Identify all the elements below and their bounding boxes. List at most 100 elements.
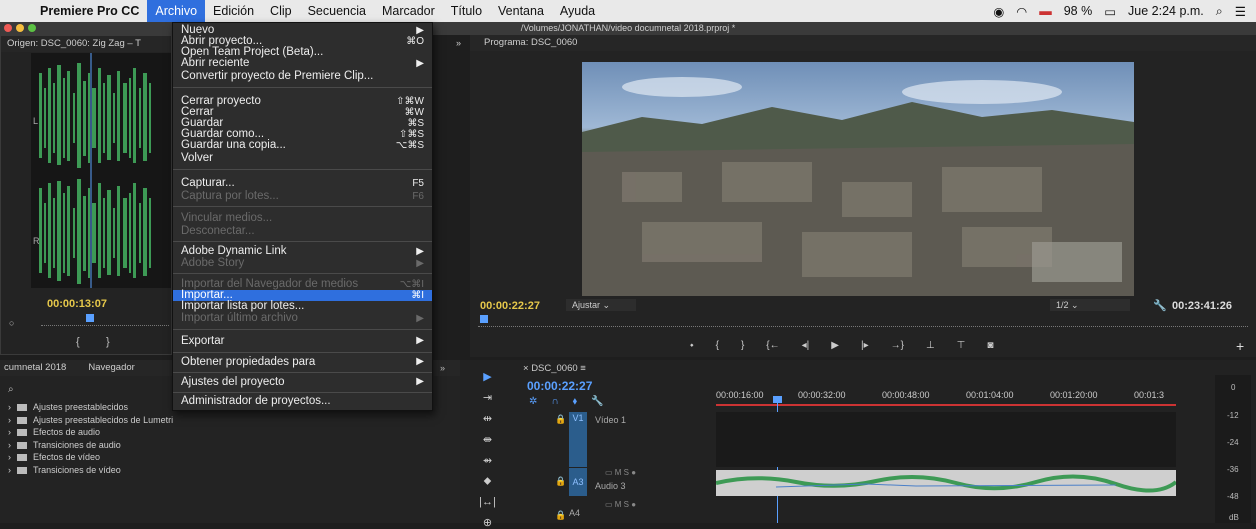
zoom-window-button[interactable] [28,24,36,32]
menu-item-dynamic-link[interactable]: Adobe Dynamic Link ▶ [173,245,432,257]
source-playhead[interactable] [86,314,94,322]
program-playhead[interactable] [480,315,488,323]
creative-cloud-icon[interactable]: ◉ [993,4,1004,19]
snap-icon[interactable]: ✲ [529,396,537,407]
list-item[interactable]: › Ajustes preestablecidos de Lumetri [4,415,444,428]
wrench-icon[interactable]: 🔧 [1153,299,1167,312]
track-header-a4[interactable]: 🔒 A4 ▭ M S ● [555,498,715,523]
menu-titulo[interactable]: Título [443,0,490,22]
fit-value: Ajustar [572,300,601,310]
timeline-timecode[interactable]: 00:00:22:27 [527,379,592,393]
program-scrubber[interactable] [478,315,1248,327]
list-item[interactable]: › Efectos de audio [4,427,444,440]
track-header-v1[interactable]: 🔒 V1 Vídeo 1 [555,412,715,467]
fit-select[interactable]: Ajustar ⌄ [566,299,636,311]
mark-in-icon[interactable]: { [716,340,719,351]
panel-overflow-icon[interactable]: » [440,363,445,373]
wifi-icon[interactable]: ◠ [1016,4,1027,19]
go-to-in-icon[interactable]: {← [766,340,779,351]
menu-item-obtener-propiedades[interactable]: Obtener propiedades para ▶ [173,353,432,371]
selection-tool-icon[interactable]: ▶ [483,370,491,383]
flag-icon[interactable]: ▬ [1039,4,1052,18]
menu-item-volver[interactable]: Volver [173,151,432,165]
extract-icon[interactable]: ⊤ [957,340,966,351]
mark-in-icon[interactable]: { [76,336,80,348]
menu-item-guardar-copia[interactable]: Guardar una copia... ⌥⌘S [173,139,432,151]
go-to-out-icon[interactable]: →} [891,340,904,351]
source-title[interactable]: Origen: DSC_0060: Zig Zag – T [1,36,171,52]
menu-item-abrir-reciente[interactable]: Abrir reciente ▶ [173,57,432,69]
clock[interactable]: Jue 2:24 p.m. [1128,4,1204,18]
ripple-edit-icon[interactable]: ⇹ [483,412,492,425]
mute-solo-controls[interactable]: ▭ M S ● [605,468,636,477]
apple-icon[interactable] [0,0,30,22]
track-a4-target[interactable]: A4 [569,508,580,518]
resolution-select[interactable]: 1/2 ⌄ [1050,299,1130,311]
source-scrubber[interactable] [41,314,169,326]
razor-icon[interactable]: ⬥ [484,475,492,488]
step-back-icon[interactable]: ◂| [802,340,810,351]
menu-archivo[interactable]: Archivo [147,0,206,22]
menu-item-exportar[interactable]: Exportar ▶ [173,332,432,350]
track-select-icon[interactable]: ⇥ [483,391,492,404]
list-item[interactable]: › Transiciones de vídeo [4,465,444,478]
list-icon[interactable]: ☰ [1235,4,1246,19]
mute-solo-controls[interactable]: ▭ M S ● [605,500,636,509]
search-icon[interactable]: ⌕ [1216,4,1223,19]
battery-icon: ▭ [1104,4,1117,19]
play-icon[interactable]: ▶ [831,340,839,351]
lock-icon[interactable]: 🔒 [555,476,566,487]
minimize-window-button[interactable] [16,24,24,32]
search-icon[interactable]: ⌕ [8,384,14,395]
tab-navegador[interactable]: Navegador [88,360,134,376]
export-frame-icon[interactable]: ◙ [987,340,993,351]
menu-ventana[interactable]: Ventana [490,0,552,22]
track-a3-target[interactable]: A3 [569,468,587,496]
rolling-edit-icon[interactable]: ⇼ [483,433,492,446]
source-timecode[interactable]: 00:00:13:07 [47,298,107,310]
menu-clip[interactable]: Clip [262,0,300,22]
list-item[interactable]: › Efectos de vídeo [4,452,444,465]
panel-overflow-icon[interactable]: » [456,38,461,48]
marker-icon[interactable]: ⬧ [573,396,578,407]
link-icon[interactable]: ∩ [551,396,558,407]
lift-icon[interactable]: ⊥ [926,340,935,351]
mark-out-icon[interactable]: } [106,336,110,348]
menu-item-administrador[interactable]: Administrador de proyectos... [173,392,432,410]
menu-edicion[interactable]: Edición [205,0,262,22]
menu-secuencia[interactable]: Secuencia [300,0,374,22]
step-forward-icon[interactable]: |▸ [861,340,869,351]
timeline-panel: × DSC_0060 ≡ 00:00:22:27 ✲ ∩ ⬧ 🔧 00:00:1… [515,360,1256,523]
settings-wrench-icon[interactable]: 🔧 [591,396,603,407]
playhead-handle[interactable] [773,396,782,403]
track-v1-target[interactable]: V1 [569,412,587,467]
program-title[interactable]: Programa: DSC_0060 [470,35,1256,51]
track-header-a3[interactable]: 🔒 A3 Audio 3 ▭ M S ● [555,468,715,496]
lock-icon[interactable]: 🔒 [555,414,566,425]
menu-ayuda[interactable]: Ayuda [552,0,603,22]
folder-icon [17,416,27,424]
add-marker-icon[interactable]: ⬩ [690,340,694,351]
video-frame[interactable] [582,62,1134,296]
zoom-handle-icon[interactable]: ○ [9,318,14,328]
battery-percent[interactable]: 98 % [1064,4,1093,18]
menu-item-importar-lista[interactable]: Importar lista por lotes... [173,300,432,312]
lock-icon[interactable]: 🔒 [555,510,566,521]
menu-item-capturar[interactable]: Capturar... F5 [173,177,432,189]
menu-item-convertir[interactable]: Convertir proyecto de Premiere Clip... [173,69,432,83]
tab-project[interactable]: cumnetal 2018 [4,360,66,376]
rate-stretch-icon[interactable]: ⇴ [483,454,492,467]
timeline-tab[interactable]: × DSC_0060 ≡ [523,363,586,374]
slip-icon[interactable]: |↔| [479,496,496,508]
menu-marcador[interactable]: Marcador [374,0,443,22]
audio-clip-a3[interactable] [715,470,1178,496]
time-ruler[interactable]: 00:00:16:00 00:00:32:00 00:00:48:00 00:0… [716,384,1206,408]
track-v1-content[interactable] [716,412,1176,467]
close-window-button[interactable] [4,24,12,32]
menu-item-ajustes-proyecto[interactable]: Ajustes del proyecto ▶ [173,373,432,391]
add-button[interactable]: + [1236,338,1244,354]
program-timecode[interactable]: 00:00:22:27 [480,300,540,312]
app-menu[interactable]: Premiere Pro CC [30,0,147,22]
mark-out-icon[interactable]: } [741,340,744,351]
list-item[interactable]: › Transiciones de audio [4,440,444,453]
